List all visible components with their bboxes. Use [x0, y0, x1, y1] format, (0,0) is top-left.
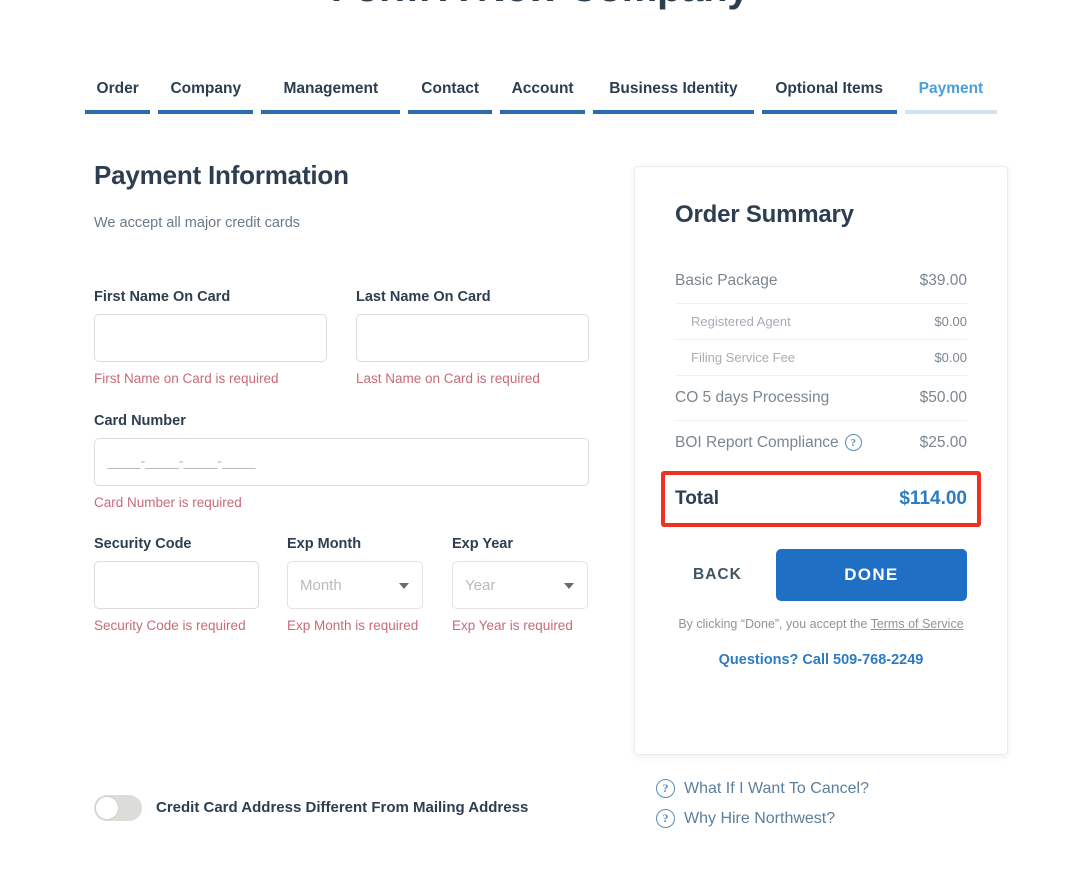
help-link-why-hire[interactable]: ? Why Hire Northwest?	[656, 809, 869, 828]
line-item-amount: $50.00	[919, 389, 967, 406]
line-item-amount: $0.00	[934, 314, 967, 329]
first-name-label: First Name On Card	[94, 289, 231, 305]
help-link-cancel[interactable]: ? What If I Want To Cancel?	[656, 779, 869, 798]
last-name-error: Last Name on Card is required	[356, 371, 540, 386]
question-circle-icon: ?	[656, 809, 675, 828]
page-title: Form A New Company	[0, 0, 1080, 11]
terms-of-service-link[interactable]: Terms of Service	[871, 617, 964, 631]
total-row-highlight: Total $114.00	[661, 471, 981, 527]
done-button[interactable]: DONE	[775, 549, 967, 601]
tab-order[interactable]: Order	[85, 80, 151, 114]
security-code-label: Security Code	[94, 536, 192, 553]
summary-line-item: CO 5 days Processing $50.00	[675, 376, 967, 421]
security-code-input[interactable]	[94, 561, 259, 610]
line-item-label-wrap: BOI Report Compliance?	[675, 434, 862, 452]
line-item-label: Filing Service Fee	[691, 350, 796, 365]
chevron-down-icon	[564, 583, 574, 590]
summary-line-item: Registered Agent $0.00	[675, 304, 967, 340]
toggle-knob	[95, 796, 119, 820]
wizard-tabs: Order Company Management Contact Account…	[85, 80, 1005, 114]
tab-label: Account	[511, 80, 574, 97]
tab-optional-items[interactable]: Optional Items	[761, 80, 897, 114]
exp-year-value: Year	[465, 576, 496, 594]
tab-label: Optional Items	[775, 80, 884, 97]
tab-payment[interactable]: Payment	[904, 80, 997, 114]
line-item-label: Registered Agent	[691, 314, 791, 329]
last-name-input[interactable]	[356, 314, 589, 362]
exp-month-error: Exp Month is required	[287, 618, 419, 634]
last-name-field-group: Last Name On Card Last Name on Card is r…	[356, 289, 589, 389]
tab-label: Management	[283, 80, 379, 97]
back-button[interactable]: BACK	[675, 556, 760, 594]
tab-contact[interactable]: Contact	[408, 80, 492, 114]
question-circle-icon: ?	[656, 779, 675, 798]
tab-account[interactable]: Account	[499, 80, 586, 114]
line-item-amount: $25.00	[919, 434, 967, 451]
payment-subheading: We accept all major credit cards	[94, 215, 301, 231]
tab-label: Business Identity	[609, 80, 738, 97]
card-number-error: Card Number is required	[94, 494, 242, 510]
tab-business-identity[interactable]: Business Identity	[593, 80, 754, 114]
tab-label: Contact	[421, 80, 479, 97]
first-name-error: First Name on Card is required	[94, 371, 279, 386]
tab-company[interactable]: Company	[158, 80, 254, 114]
help-link-label: Why Hire Northwest?	[684, 809, 836, 827]
exp-month-field-group: Exp Month Month Exp Month is required	[287, 536, 423, 636]
card-number-input[interactable]	[94, 437, 589, 486]
summary-line-item: Basic Package $39.00	[675, 259, 967, 304]
exp-year-label: Exp Year	[452, 536, 514, 553]
help-link-label: What If I Want To Cancel?	[684, 779, 869, 797]
terms-prefix: By clicking “Done”, you accept the	[678, 617, 871, 631]
security-code-error: Security Code is required	[94, 618, 246, 634]
exp-month-value: Month	[300, 576, 342, 594]
summary-line-item: Filing Service Fee $0.00	[675, 340, 967, 376]
card-number-field-group: Card Number Card Number is required	[94, 413, 589, 513]
questions-phone[interactable]: Questions? Call 509-768-2249	[675, 652, 967, 668]
tab-label: Company	[170, 80, 242, 97]
line-item-amount: $39.00	[919, 272, 967, 289]
line-item-amount: $0.00	[934, 350, 967, 365]
order-summary-title: Order Summary	[675, 201, 854, 228]
tab-management[interactable]: Management	[261, 80, 401, 114]
tab-label: Order	[96, 80, 139, 97]
chevron-down-icon	[399, 583, 409, 590]
card-number-label: Card Number	[94, 412, 186, 429]
exp-year-error: Exp Year is required	[452, 618, 573, 634]
summary-actions: BACK DONE	[675, 549, 967, 601]
first-name-input[interactable]	[94, 314, 327, 362]
payment-form: Payment Information We accept all major …	[94, 160, 594, 636]
credit-card-address-toggle-label: Credit Card Address Different From Maili…	[156, 799, 529, 817]
summary-line-item: BOI Report Compliance? $25.00	[675, 421, 967, 465]
last-name-label: Last Name On Card	[356, 289, 491, 305]
first-name-field-group: First Name On Card First Name on Card is…	[94, 289, 327, 389]
total-label: Total	[675, 488, 719, 509]
terms-notice: By clicking “Done”, you accept the Terms…	[675, 615, 967, 634]
help-links: ? What If I Want To Cancel? ? Why Hire N…	[656, 779, 869, 839]
total-amount: $114.00	[899, 488, 967, 509]
billing-address-toggle-row: Credit Card Address Different From Maili…	[94, 795, 534, 821]
line-item-label: BOI Report Compliance	[675, 434, 839, 451]
line-item-label: CO 5 days Processing	[675, 389, 830, 406]
security-code-field-group: Security Code Security Code is required	[94, 536, 259, 636]
exp-year-field-group: Exp Year Year Exp Year is required	[452, 536, 588, 636]
exp-month-label: Exp Month	[287, 536, 362, 553]
line-item-label: Basic Package	[675, 272, 778, 289]
payment-heading: Payment Information	[94, 160, 349, 190]
order-summary-card: Order Summary Basic Package $39.00 Regis…	[634, 166, 1008, 755]
tab-label: Payment	[918, 80, 984, 97]
credit-card-address-toggle[interactable]	[94, 795, 142, 821]
boi-help-icon[interactable]: ?	[844, 434, 862, 452]
